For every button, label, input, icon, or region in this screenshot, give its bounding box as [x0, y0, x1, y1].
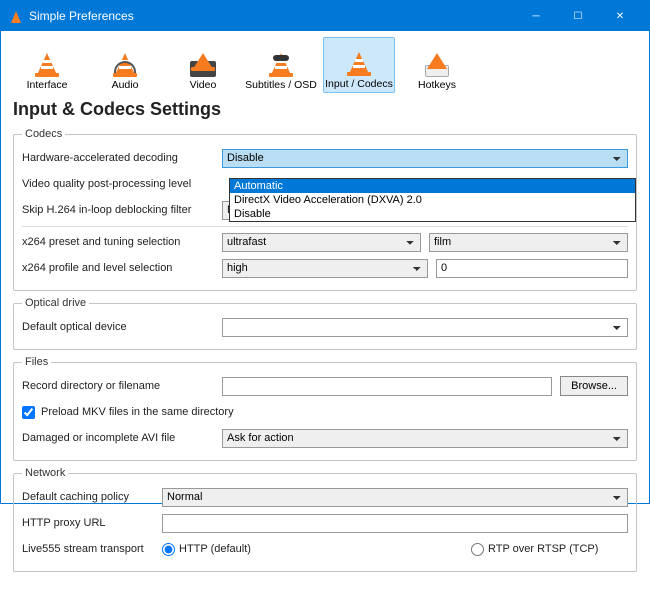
cone-film-icon	[189, 49, 217, 77]
group-legend: Network	[22, 467, 68, 479]
tab-label: Interface	[27, 79, 68, 91]
dropdown-option[interactable]: DirectX Video Acceleration (DXVA) 2.0	[230, 193, 635, 207]
tab-hotkeys[interactable]: Hotkeys	[401, 37, 473, 93]
tab-label: Video	[190, 79, 217, 91]
cone-glasses-icon	[267, 49, 295, 77]
tab-input-codecs[interactable]: Input / Codecs	[323, 37, 395, 93]
damaged-avi-label: Damaged or incomplete AVI file	[22, 432, 222, 444]
x264-preset-label: x264 preset and tuning selection	[22, 236, 222, 248]
cone-headphones-icon	[111, 49, 139, 77]
tab-interface[interactable]: Interface	[11, 37, 83, 93]
preload-mkv-checkbox[interactable]	[22, 406, 35, 419]
group-legend: Files	[22, 356, 51, 368]
tab-label: Hotkeys	[418, 79, 456, 91]
optical-device-label: Default optical device	[22, 321, 222, 333]
transport-http-radio[interactable]	[162, 543, 175, 556]
titlebar: Simple Preferences ─ ☐ ✕	[1, 1, 649, 31]
maximize-button[interactable]: ☐	[557, 1, 599, 31]
tab-video[interactable]: Video	[167, 37, 239, 93]
preload-mkv-label: Preload MKV files in the same directory	[41, 406, 234, 418]
minimize-button[interactable]: ─	[515, 1, 557, 31]
caching-label: Default caching policy	[22, 491, 162, 503]
hw-accel-select[interactable]: Disable	[222, 149, 628, 168]
record-dir-label: Record directory or filename	[22, 380, 222, 392]
proxy-input[interactable]	[162, 514, 628, 533]
tab-label: Input / Codecs	[325, 78, 393, 90]
x264-profile-label: x264 profile and level selection	[22, 262, 222, 274]
vlc-icon	[9, 9, 23, 23]
hw-accel-dropdown[interactable]: Automatic DirectX Video Acceleration (DX…	[229, 178, 636, 222]
cone-icon	[345, 48, 373, 76]
transport-http-label: HTTP (default)	[179, 543, 251, 555]
group-files: Files Record directory or filename Brows…	[13, 356, 637, 461]
window-title: Simple Preferences	[29, 9, 134, 23]
tab-label: Subtitles / OSD	[245, 79, 317, 91]
cone-keyboard-icon	[423, 49, 451, 77]
cone-icon	[33, 49, 61, 77]
tab-label: Audio	[112, 79, 139, 91]
x264-level-input[interactable]	[436, 259, 628, 278]
optical-device-select[interactable]	[222, 318, 628, 337]
x264-profile-select[interactable]: high	[222, 259, 428, 278]
x264-preset-select[interactable]: ultrafast	[222, 233, 421, 252]
tab-subtitles[interactable]: Subtitles / OSD	[245, 37, 317, 93]
group-network: Network Default caching policy Normal HT…	[13, 467, 637, 572]
page-title: Input & Codecs Settings	[1, 95, 649, 128]
dropdown-option[interactable]: Automatic	[230, 179, 635, 193]
x264-tune-select[interactable]: film	[429, 233, 628, 252]
record-dir-input[interactable]	[222, 377, 552, 396]
group-legend: Optical drive	[22, 297, 89, 309]
transport-rtp-radio[interactable]	[471, 543, 484, 556]
group-optical: Optical drive Default optical device	[13, 297, 637, 350]
proxy-label: HTTP proxy URL	[22, 517, 162, 529]
close-button[interactable]: ✕	[599, 1, 641, 31]
video-quality-label: Video quality post-processing level	[22, 178, 222, 190]
tab-audio[interactable]: Audio	[89, 37, 161, 93]
skip-deblock-label: Skip H.264 in-loop deblocking filter	[22, 204, 222, 216]
category-toolbar: Interface Audio Video Subtitles / OSD In…	[1, 31, 649, 95]
dropdown-option[interactable]: Disable	[230, 207, 635, 221]
transport-rtp-label: RTP over RTSP (TCP)	[488, 543, 628, 555]
transport-label: Live555 stream transport	[22, 543, 162, 555]
damaged-avi-select[interactable]: Ask for action	[222, 429, 628, 448]
hw-accel-label: Hardware-accelerated decoding	[22, 152, 222, 164]
browse-button[interactable]: Browse...	[560, 376, 628, 396]
group-legend: Codecs	[22, 128, 65, 140]
